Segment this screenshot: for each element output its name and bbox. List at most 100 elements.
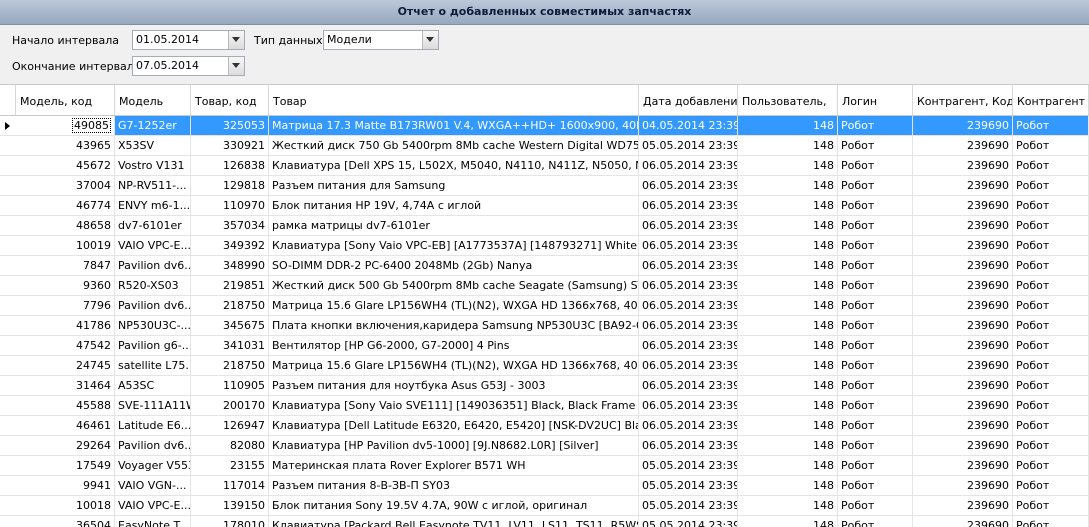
cell-date-added[interactable]: 06.05.2014 23:39 [639,156,738,175]
cell-product-code[interactable]: 117014 [191,476,269,495]
cell-counterparty-code[interactable]: 239690 [913,276,1013,295]
cell-model[interactable]: Pavilion dv6... [115,436,191,455]
cell-product[interactable]: Жесткий диск 750 Gb 5400rpm 8Mb cache We… [269,136,639,155]
cell-date-added[interactable]: 06.05.2014 23:39 [639,236,738,255]
cell-date-added[interactable]: 06.05.2014 23:39 [639,276,738,295]
cell-product[interactable]: Материнская плата Rover Explorer B571 WH [269,456,639,475]
cell-login[interactable]: Робот [838,236,913,255]
cell-product-code[interactable]: 110970 [191,196,269,215]
cell-counterparty[interactable]: Робот [1013,356,1089,375]
cell-login[interactable]: Робот [838,456,913,475]
cell-product[interactable]: Блок питания Sony 19.5V 4.7A, 90W с игло… [269,496,639,515]
column-header-product-code[interactable]: Товар, код [191,85,269,115]
cell-product[interactable]: рамка матрицы dv7-6101er [269,216,639,235]
cell-counterparty[interactable]: Робот [1013,416,1089,435]
cell-login[interactable]: Робот [838,256,913,275]
cell-login[interactable]: Робот [838,496,913,515]
cell-user[interactable]: 148 [738,456,838,475]
column-header-user[interactable]: Пользователь, [738,85,838,115]
row-indicator[interactable] [0,216,16,235]
cell-product-code[interactable]: 218750 [191,356,269,375]
cell-counterparty-code[interactable]: 239690 [913,376,1013,395]
cell-date-added[interactable]: 06.05.2014 23:39 [639,436,738,455]
cell-model-code[interactable]: 10018 [16,496,115,515]
table-row[interactable]: 47542 Pavilion g6-... 341031 Вентилятор [HP… [0,336,1089,356]
cell-user[interactable]: 148 [738,116,838,135]
cell-counterparty[interactable]: Робот [1013,176,1089,195]
cell-model[interactable]: X53SV [115,136,191,155]
cell-counterparty-code[interactable]: 239690 [913,196,1013,215]
cell-date-added[interactable]: 06.05.2014 23:39 [639,196,738,215]
cell-user[interactable]: 148 [738,356,838,375]
cell-counterparty-code[interactable]: 239690 [913,216,1013,235]
cell-login[interactable]: Робот [838,116,913,135]
row-indicator[interactable] [0,396,16,415]
cell-product-code[interactable]: 341031 [191,336,269,355]
cell-model[interactable]: A53SC [115,376,191,395]
cell-login[interactable]: Робот [838,396,913,415]
cell-date-added[interactable]: 05.05.2014 23:39 [639,476,738,495]
cell-counterparty[interactable]: Робот [1013,276,1089,295]
cell-login[interactable]: Робот [838,216,913,235]
table-row[interactable]: 43965 X53SV 330921 Жесткий диск 750 Gb 5400… [0,136,1089,156]
cell-model[interactable]: VAIO VPC-E... [115,236,191,255]
cell-user[interactable]: 148 [738,496,838,515]
table-row[interactable]: 37004 NP-RV511-... 129818 Разъем питания дл… [0,176,1089,196]
column-header-login[interactable]: Логин [838,85,913,115]
cell-product-code[interactable]: 23155 [191,456,269,475]
table-row[interactable]: 17549 Voyager V553 23155 Материнская плата … [0,456,1089,476]
end-date-picker[interactable]: 07.05.2014 [132,56,245,76]
cell-counterparty-code[interactable]: 239690 [913,456,1013,475]
cell-model[interactable]: dv7-6101er [115,216,191,235]
cell-product[interactable]: Клавиатура [Dell Latitude E6320, E6420, … [269,416,639,435]
cell-model-code[interactable]: 9360 [16,276,115,295]
start-date-picker[interactable]: 01.05.2014 [132,30,245,50]
row-indicator[interactable] [0,496,16,515]
cell-login[interactable]: Робот [838,176,913,195]
cell-model[interactable]: NP530U3C-... [115,316,191,335]
cell-user[interactable]: 148 [738,256,838,275]
row-indicator[interactable] [0,296,16,315]
cell-counterparty[interactable]: Робот [1013,136,1089,155]
cell-login[interactable]: Робот [838,436,913,455]
cell-date-added[interactable]: 06.05.2014 23:39 [639,176,738,195]
cell-product[interactable]: Матрица 15.6 Glare LP156WH4 (TL)(N2), WX… [269,296,639,315]
cell-date-added[interactable]: 06.05.2014 23:39 [639,336,738,355]
cell-product-code[interactable]: 357034 [191,216,269,235]
table-row[interactable]: 46774 ENVY m6-1... 110970 Блок питания HP 1… [0,196,1089,216]
cell-counterparty[interactable]: Робот [1013,316,1089,335]
cell-product-code[interactable]: 349392 [191,236,269,255]
row-indicator[interactable] [0,116,16,135]
cell-date-added[interactable]: 06.05.2014 23:39 [639,396,738,415]
table-row[interactable]: 49085 G7-1252er 325053 Матрица 17.3 Matte B… [0,116,1089,136]
cell-date-added[interactable]: 05.05.2014 23:39 [639,136,738,155]
row-indicator[interactable] [0,156,16,175]
cell-counterparty[interactable]: Робот [1013,256,1089,275]
cell-product-code[interactable]: 219851 [191,276,269,295]
start-date-dropdown-button[interactable] [228,31,244,49]
cell-user[interactable]: 148 [738,336,838,355]
cell-product[interactable]: Матрица 15.6 Glare LP156WH4 (TL)(N2), WX… [269,356,639,375]
table-row[interactable]: 45672 Vostro V131 126838 Клавиатура [Dell X… [0,156,1089,176]
cell-counterparty[interactable]: Робот [1013,496,1089,515]
cell-counterparty[interactable]: Робот [1013,376,1089,395]
column-header-counterparty-code[interactable]: Контрагент, Код [913,85,1013,115]
cell-counterparty-code[interactable]: 239690 [913,336,1013,355]
cell-user[interactable]: 148 [738,276,838,295]
cell-counterparty-code[interactable]: 239690 [913,256,1013,275]
cell-product-code[interactable]: 330921 [191,136,269,155]
cell-counterparty-code[interactable]: 239690 [913,236,1013,255]
cell-product[interactable]: SO-DIMM DDR-2 PC-6400 2048Mb (2Gb) Nanya [269,256,639,275]
cell-model-code[interactable]: 37004 [16,176,115,195]
cell-counterparty-code[interactable]: 239690 [913,396,1013,415]
cell-counterparty-code[interactable]: 239690 [913,296,1013,315]
cell-counterparty-code[interactable]: 239690 [913,516,1013,527]
cell-login[interactable]: Робот [838,196,913,215]
row-indicator[interactable] [0,316,16,335]
cell-product-code[interactable]: 126947 [191,416,269,435]
row-indicator[interactable] [0,136,16,155]
cell-model-code[interactable]: 45672 [16,156,115,175]
table-row[interactable]: 10019 VAIO VPC-E... 349392 Клавиатура [Sony… [0,236,1089,256]
cell-product[interactable]: Клавиатура [HP Pavilion dv5-1000] [9J.N8… [269,436,639,455]
row-indicator[interactable] [0,336,16,355]
